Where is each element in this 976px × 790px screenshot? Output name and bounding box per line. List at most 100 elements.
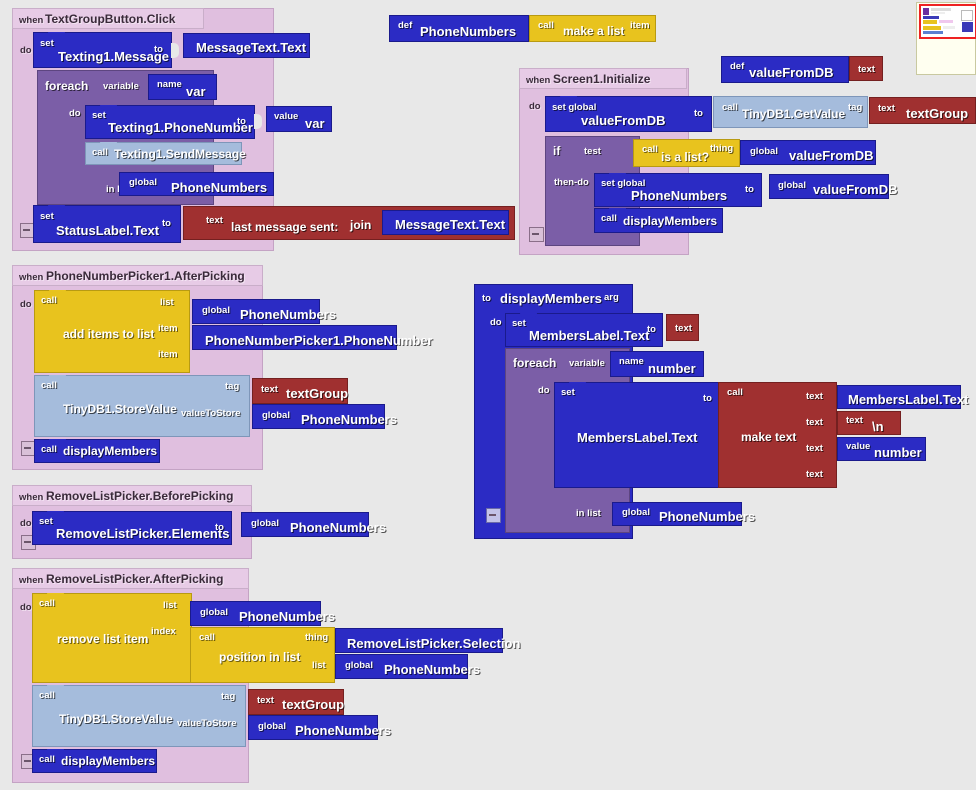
text-keyword-5: text [257, 695, 274, 706]
foreach-inlist-global-phonenumbers[interactable]: global PhoneNumbers [119, 172, 274, 196]
collapse-button-2[interactable] [529, 227, 544, 242]
blocks-minimap[interactable] [916, 2, 976, 75]
def-keyword-1: def [398, 20, 413, 31]
getter-label-2: MessageText.Text [395, 217, 506, 232]
set-keyword-2: set [92, 110, 106, 121]
event-name-5: RemoveListPicker.AfterPicking [46, 572, 224, 586]
set-memberslabel-text-1[interactable]: set MembersLabel.Text to [505, 313, 663, 347]
minimap-block [943, 26, 955, 29]
empty-text-block-1[interactable]: text [849, 56, 883, 81]
make-a-list-label: make a list [563, 24, 625, 38]
global-valuefromdb-getter-1[interactable]: global valueFromDB [740, 140, 876, 165]
messagetext-text-getter-1[interactable]: MessageText.Text [183, 33, 310, 58]
to-keyword-proc: to [482, 293, 491, 304]
call-displaymembers-2[interactable]: call displayMembers [34, 439, 160, 463]
set-texting1-phonenumber[interactable]: set Texting1.PhoneNumber to [85, 105, 262, 139]
position-in-list-block[interactable]: call position in list thing list [190, 627, 335, 683]
set-global-valuefromdb[interactable]: set global valueFromDB to [545, 96, 712, 132]
call-keyword-2: call [722, 102, 738, 113]
call-texting1-sendmessage[interactable]: call Texting1.SendMessage [85, 142, 246, 165]
call-keyword-9: call [199, 632, 215, 643]
remove-list-item-block[interactable]: call remove list item list index [32, 593, 192, 683]
empty-text-block-2[interactable]: text [666, 314, 699, 341]
text-value-3: textGroup [282, 697, 345, 712]
add-items-to-list-block[interactable]: call add items to list list item item [34, 290, 190, 373]
set-target-label-3: StatusLabel.Text [56, 223, 160, 238]
removelistpicker-selection-getter[interactable]: RemoveListPicker.Selection [335, 628, 520, 653]
global-phonenumbers-getter-1[interactable]: global PhoneNumbers [192, 299, 336, 324]
in-list-keyword-2: in list [576, 508, 601, 519]
global-keyword-2: global [750, 146, 778, 157]
text-textgroup-2[interactable]: text textGroup [252, 378, 348, 404]
global-keyword-5: global [262, 410, 290, 421]
global-keyword-9: global [258, 721, 286, 732]
memberslabel-text-getter[interactable]: MembersLabel.Text [837, 385, 968, 409]
collapse-button-6[interactable] [486, 508, 501, 523]
foreach-name-var-1[interactable]: name var [148, 74, 217, 100]
call-keyword-12: call [727, 387, 743, 398]
set-global-phonenumbers-1[interactable]: set global PhoneNumbers to [594, 173, 762, 207]
global-phonenumbers-getter-3[interactable]: global PhoneNumbers [241, 512, 386, 537]
minimap-block [961, 10, 973, 21]
set-keyword-6: set [561, 387, 575, 398]
text-keyword-4: text [261, 384, 278, 395]
to-keyword-8: to [703, 393, 712, 404]
call-displaymembers-1[interactable]: call displayMembers [594, 208, 723, 233]
minimap-block [923, 26, 941, 30]
event-name: TextGroupButton.Click [45, 12, 176, 26]
make-a-list-block[interactable]: call make a list item [529, 15, 656, 42]
set-removelistpicker-elements[interactable]: set RemoveListPicker.Elements to [32, 511, 232, 545]
foreach-name-number[interactable]: name number [610, 351, 704, 377]
global-phonenumbers-getter-5[interactable]: global PhoneNumbers [335, 654, 480, 679]
event-header-4: when RemoveListPicker.BeforePicking [12, 485, 252, 506]
def-phonenumbers-block[interactable]: def PhoneNumbers [389, 15, 529, 42]
to-keyword-7: to [647, 324, 656, 335]
var-getter-name: var [305, 116, 325, 131]
value-number-getter[interactable]: value number [837, 437, 926, 461]
minimap-block [923, 20, 937, 24]
set-texting1-message[interactable]: set Texting1.Message to [33, 32, 179, 68]
set-statuslabel-text[interactable]: set StatusLabel.Text to [33, 205, 181, 243]
text-textgroup-3[interactable]: text textGroup [248, 689, 344, 715]
variable-keyword-2: variable [569, 358, 605, 369]
global-name-9: PhoneNumbers [295, 723, 392, 738]
global-name-7: PhoneNumbers [239, 609, 336, 624]
make-text-block[interactable]: call make text text text text text [718, 382, 837, 488]
set-memberslabel-text-2[interactable]: set MembersLabel.Text to [554, 382, 721, 488]
global-phonenumbers-getter-2[interactable]: global PhoneNumbers [252, 404, 397, 429]
call-tinydb1-storevalue-1[interactable]: call TinyDB1.StoreValue tag valueToStore [34, 375, 250, 437]
call-tinydb1-storevalue-2[interactable]: call TinyDB1.StoreValue tag valueToStore [32, 685, 246, 747]
call-keyword-6: call [41, 380, 57, 391]
text-newline-block[interactable]: text \n [837, 411, 901, 435]
global-valuefromdb-getter-2[interactable]: global valueFromDB [769, 174, 898, 199]
when-keyword-3: when [19, 272, 44, 283]
minimap-viewport[interactable] [919, 4, 976, 39]
global-phonenumbers-getter-4[interactable]: global PhoneNumbers [190, 601, 335, 626]
foreach-inlist-global-phonenumbers-2[interactable]: global PhoneNumbers [612, 502, 755, 526]
name-keyword: name [157, 79, 182, 90]
set-global-name-1: valueFromDB [581, 113, 666, 128]
messagetext-text-getter-2[interactable]: MessageText.Text [382, 210, 509, 235]
position-in-list-label: position in list [219, 650, 301, 664]
if-keyword: if [553, 144, 561, 158]
thing-keyword-2: thing [305, 632, 329, 643]
to-keyword: to [154, 44, 163, 55]
do-keyword-6: do [20, 602, 32, 613]
text-socket-1: text [806, 391, 823, 402]
procedure-name: displayMembers [500, 291, 602, 306]
blocks-workspace[interactable]: when TextGroupButton.Click do set Textin… [0, 0, 976, 790]
getter-label-4: RemoveListPicker.Selection [347, 636, 521, 651]
minimap-block [923, 8, 929, 15]
minimap-block [923, 31, 943, 34]
phonenumberpicker-phonenumber-getter[interactable]: PhoneNumberPicker1.PhoneNumber [192, 325, 433, 350]
global-phonenumbers-getter-6[interactable]: global PhoneNumbers [248, 715, 391, 740]
text-textgroup-1[interactable]: text textGroup [869, 97, 976, 124]
call-tinydb1-getvalue-1[interactable]: call TinyDB1.GetValue tag [713, 96, 868, 128]
call-displaymembers-3[interactable]: call displayMembers [32, 749, 157, 773]
set-target-label-6: MembersLabel.Text [577, 430, 698, 445]
call-keyword: call [92, 147, 108, 158]
minimap-block [939, 20, 953, 23]
def-valuefromdb-block[interactable]: def valueFromDB [721, 56, 849, 83]
value-var-getter[interactable]: value var [266, 106, 332, 132]
event-name-4: RemoveListPicker.BeforePicking [46, 489, 234, 503]
